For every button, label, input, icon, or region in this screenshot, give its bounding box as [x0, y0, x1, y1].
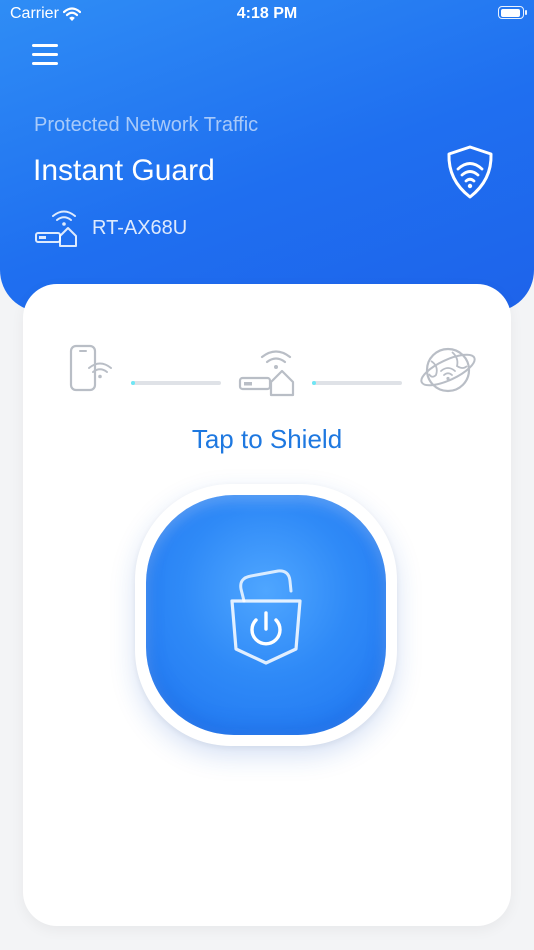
battery-icon	[498, 6, 527, 19]
router-info[interactable]: RT-AX68U	[34, 208, 187, 248]
phone-wifi-icon	[69, 344, 112, 392]
page-title: Instant Guard	[33, 154, 215, 187]
router-home-icon	[238, 350, 295, 397]
shield-button-face	[146, 495, 386, 735]
tap-to-shield-label: Tap to Shield	[191, 424, 343, 454]
header: Carrier 4:18 PM Protected Network Traffi…	[0, 0, 534, 312]
connection-line-phone-router	[131, 381, 221, 385]
router-home-icon	[35, 210, 77, 247]
connection-line-router-internet	[312, 381, 402, 385]
shield-button[interactable]	[135, 484, 397, 746]
header-subtitle: Protected Network Traffic	[34, 114, 259, 136]
hamburger-menu-icon[interactable]	[32, 42, 60, 68]
app-screen: Carrier 4:18 PM Protected Network Traffi…	[0, 0, 534, 950]
status-time: 4:18 PM	[236, 5, 298, 22]
status-bar: Carrier 4:18 PM	[0, 0, 534, 30]
globe-wifi-icon	[420, 347, 476, 393]
main-card: Tap to Shield	[23, 284, 511, 926]
router-name: RT-AX68U	[92, 216, 188, 239]
wifi-shield-icon[interactable]	[444, 144, 496, 200]
lock-power-icon	[230, 569, 302, 665]
